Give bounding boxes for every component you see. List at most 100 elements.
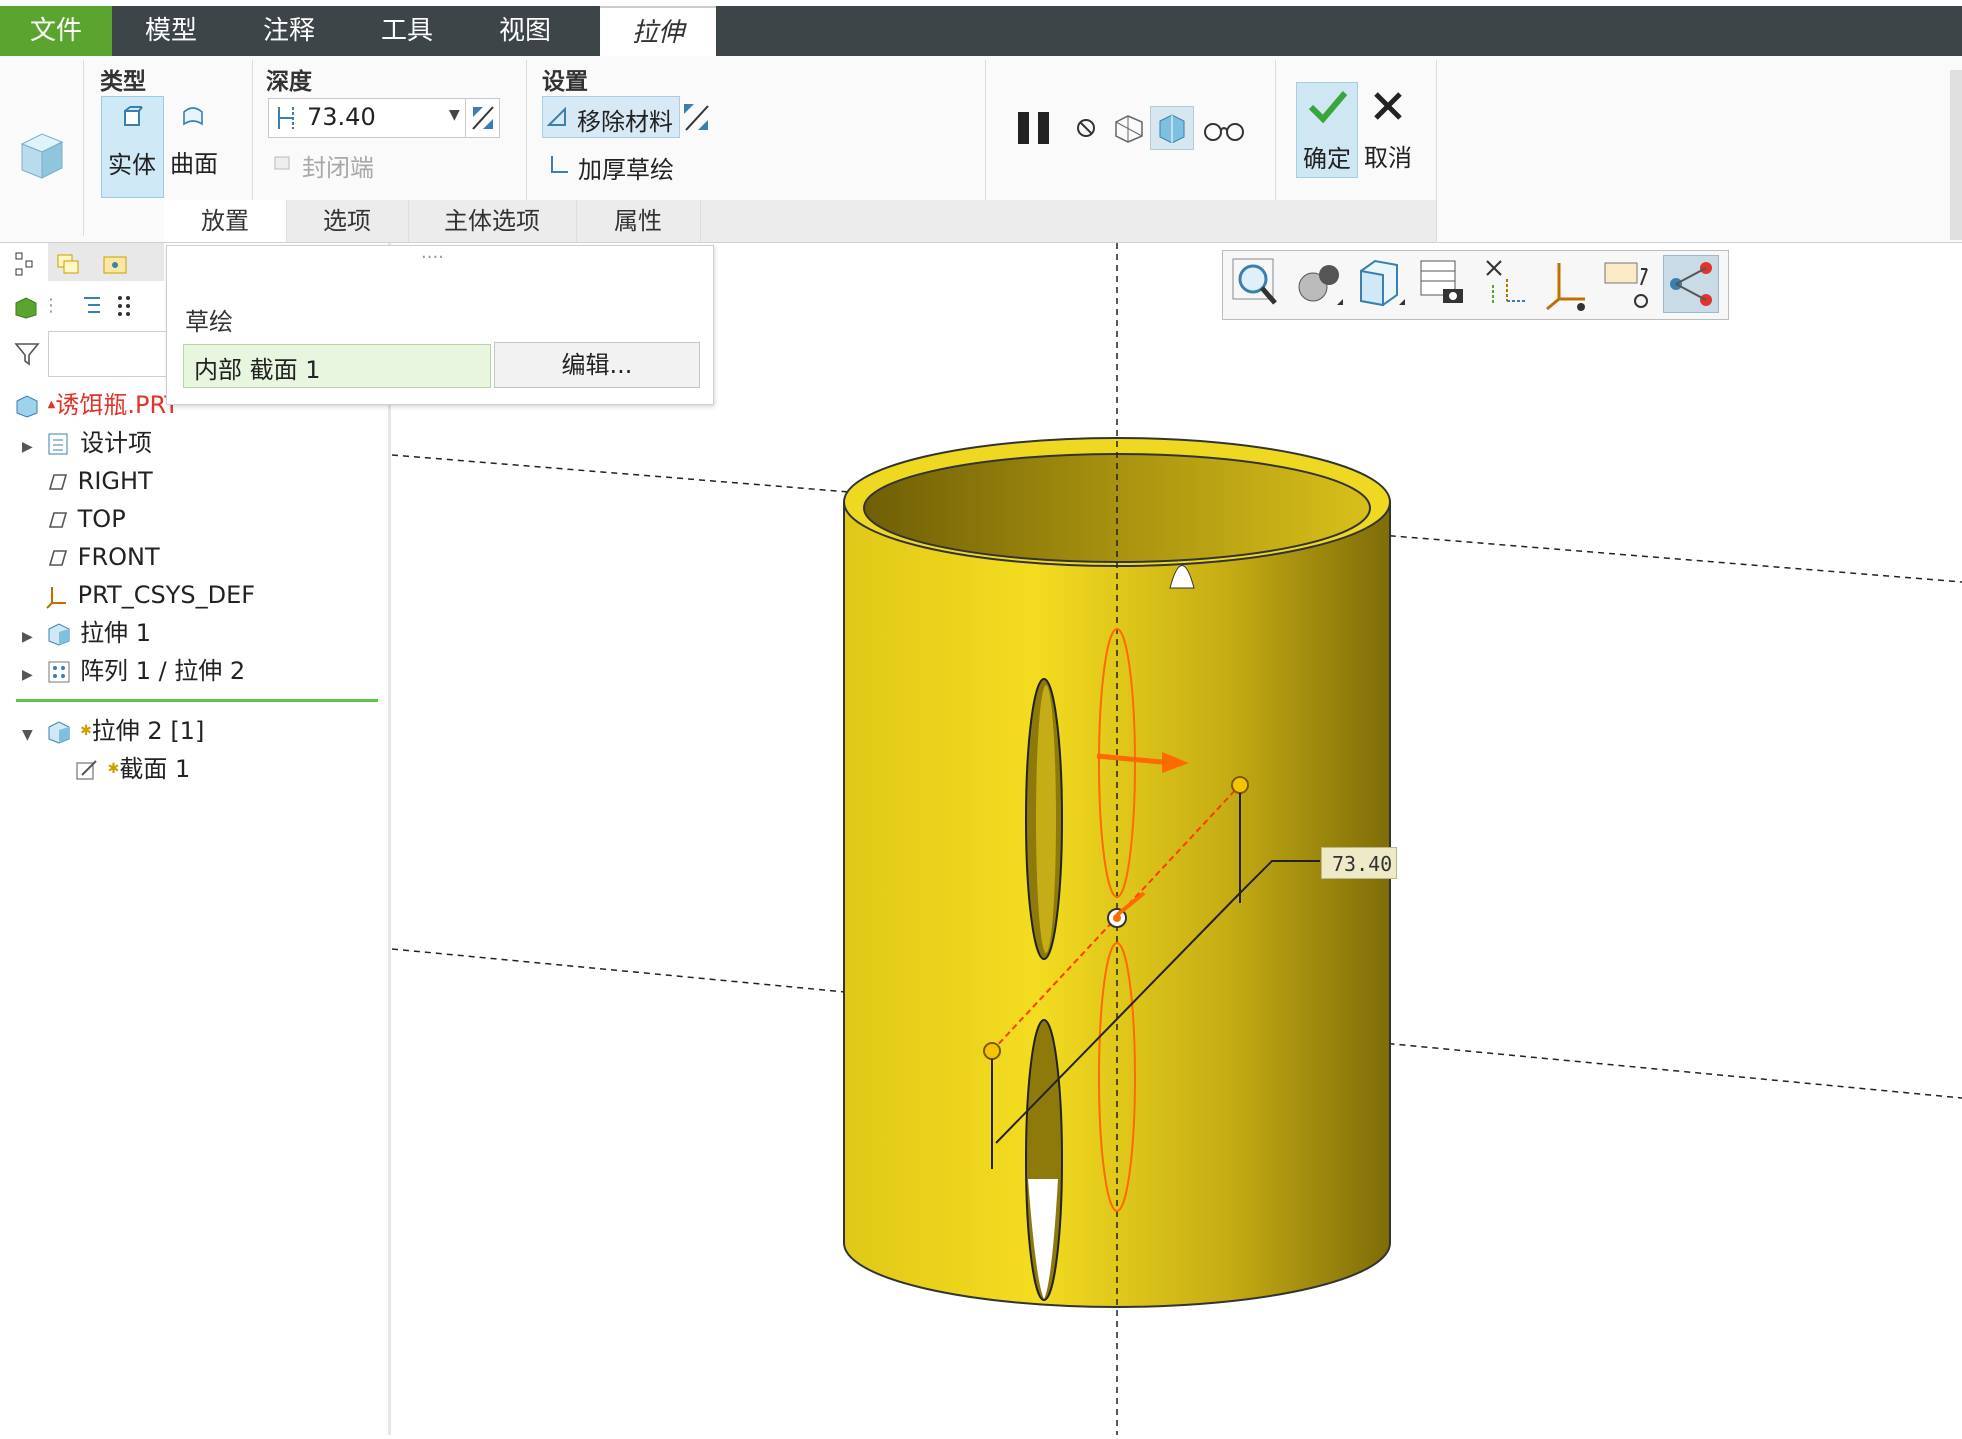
tab-body-options[interactable]: 主体选项 [408, 200, 577, 242]
surface-button[interactable]: 曲面 [162, 96, 222, 196]
thicken-sketch-label: 加厚草绘 [578, 156, 674, 184]
pause-icon[interactable] [1016, 110, 1052, 146]
depth-value: 73.40 [307, 103, 376, 131]
filter-icon[interactable] [14, 341, 40, 367]
tab-properties[interactable]: 属性 [576, 200, 701, 242]
menu-extrude-tab[interactable]: 拉伸 [600, 6, 716, 58]
tree-root[interactable]: ▲诱饵瓶.PRT [14, 387, 179, 423]
tree-item-label: 设计项 [80, 429, 153, 457]
ribbon-scrollbar[interactable] [1950, 70, 1962, 240]
tree-item-csys[interactable]: PRT_CSYS_DEF [44, 577, 255, 613]
depth-dimension-label[interactable]: 73.40 [1321, 847, 1397, 879]
no-preview-icon[interactable] [1074, 116, 1098, 140]
toolbar-divider: ⋮ [42, 295, 60, 316]
menu-tools[interactable]: 工具 [348, 6, 466, 56]
surface-label: 曲面 [170, 150, 218, 178]
tree-item-section-1[interactable]: ✱截面 1 [74, 751, 190, 787]
depth-field[interactable]: 73.40 ▼ [268, 98, 500, 138]
tree-item-right[interactable]: RIGHT [44, 463, 153, 499]
tab-placement[interactable]: 放置 [164, 200, 287, 242]
geometry-preview-button[interactable] [1150, 106, 1194, 150]
solid-label: 实体 [108, 151, 156, 179]
settings-group-title: 设置 [542, 69, 588, 95]
tree-item-design-items[interactable]: ▶ 设计项 [22, 425, 152, 461]
csys-icon [46, 587, 66, 609]
view-manager-icon[interactable] [1415, 255, 1471, 313]
tree-item-label: TOP [77, 505, 126, 533]
folder-icon[interactable] [102, 251, 128, 277]
ribbon: 类型 实体 曲面 深度 73.40 ▼ 封闭端 设置 移除材料 加厚草绘 确定 … [0, 56, 1962, 246]
saved-orientations-icon[interactable] [1353, 255, 1409, 313]
mesh-preview-icon[interactable] [1112, 112, 1146, 144]
tree-item-label: RIGHT [77, 467, 153, 495]
insert-here-line[interactable] [16, 699, 378, 702]
depth-blind-icon [278, 107, 294, 129]
depth-group-title: 深度 [266, 69, 312, 95]
tree-item-label: 拉伸 1 [80, 619, 151, 647]
new-feature-star-icon: ✱ [80, 723, 92, 739]
active-child-label: 截面 1 [119, 755, 191, 783]
tree-search-input[interactable] [48, 331, 170, 377]
list-view-icon[interactable] [78, 293, 104, 319]
zoom-fit-icon[interactable] [1229, 255, 1285, 313]
menu-bar: 文件 模型 注释 工具 视图 拉伸 [0, 6, 1962, 58]
closed-ends-checkbox[interactable] [272, 152, 294, 178]
menu-annotate[interactable]: 注释 [230, 6, 348, 56]
tree-item-label: PRT_CSYS_DEF [77, 581, 256, 609]
tree-item-top[interactable]: TOP [44, 501, 126, 537]
depth-drag-handle-top[interactable] [1231, 776, 1249, 794]
graphics-viewport[interactable]: 73.40 [391, 243, 1962, 1435]
flip-direction-icon[interactable] [469, 103, 497, 133]
glasses-verify-icon[interactable] [1202, 118, 1246, 142]
cancel-button[interactable]: 取消 [1358, 82, 1418, 176]
display-style-icon[interactable] [1291, 255, 1347, 313]
annotation-display-icon[interactable] [1601, 255, 1657, 313]
depth-drag-handle-bottom[interactable] [983, 1042, 1001, 1060]
menu-file[interactable]: 文件 [0, 6, 112, 56]
edit-sketch-button[interactable]: 编辑... [494, 342, 700, 388]
expand-arrow-icon[interactable]: ▶ [22, 629, 33, 645]
geometry-preview-icon [1159, 114, 1185, 143]
remove-material-label: 移除材料 [577, 108, 673, 136]
tab-options[interactable]: 选项 [286, 200, 409, 242]
section-collector-value: 内部 截面 1 [194, 356, 321, 384]
expand-arrow-icon[interactable]: ▶ [22, 667, 33, 683]
solid-icon [124, 106, 143, 126]
tree-item-label: 阵列 1 / 拉伸 2 [80, 657, 246, 685]
tree-item-extrude-2[interactable]: ▼ ✱拉伸 2 [1] [22, 713, 204, 749]
new-feature-star-icon: ✱ [107, 761, 120, 777]
expand-arrow-icon[interactable]: ▶ [22, 439, 33, 455]
remove-material-icon [547, 106, 566, 126]
tree-item-front[interactable]: FRONT [44, 539, 160, 575]
thicken-sketch-checkbox[interactable] [548, 152, 572, 180]
tree-view-icon[interactable] [14, 251, 36, 277]
spin-center-button[interactable] [1663, 255, 1719, 313]
menu-view[interactable]: 视图 [466, 6, 584, 56]
remove-material-button[interactable]: 移除材料 [542, 96, 680, 138]
dashboard-tabs: 放置 选项 主体选项 属性 [164, 200, 1436, 242]
spin-center-icon [1670, 262, 1712, 306]
closed-ends-label: 封闭端 [302, 154, 374, 182]
model-canvas[interactable] [391, 243, 1962, 1435]
tree-root-label: 诱饵瓶.PRT [55, 391, 180, 419]
chevron-down-icon[interactable]: ▼ [449, 107, 460, 123]
type-group-title: 类型 [100, 69, 146, 95]
menu-model[interactable]: 模型 [112, 6, 230, 56]
csys-display-icon[interactable] [1539, 255, 1595, 313]
active-feature-label: 拉伸 2 [1] [91, 717, 205, 745]
close-icon [1374, 92, 1402, 120]
confirm-label: 确定 [1303, 145, 1351, 173]
datum-display-icon[interactable] [1477, 255, 1533, 313]
solid-button[interactable]: 实体 [101, 96, 164, 198]
part-filter-icon[interactable] [14, 295, 38, 319]
tree-item-pattern-1[interactable]: ▶ 阵列 1 / 拉伸 2 [22, 653, 245, 689]
layers-icon[interactable] [56, 251, 82, 277]
collapse-arrow-icon[interactable]: ▼ [22, 727, 33, 743]
tree-item-extrude-1[interactable]: ▶ 拉伸 1 [22, 615, 151, 651]
panel-resize-handle[interactable]: .... [421, 242, 444, 263]
flip-material-side-icon[interactable] [680, 100, 714, 134]
surface-icon [183, 107, 203, 126]
section-collector[interactable]: 内部 截面 1 [183, 344, 491, 388]
confirm-button[interactable]: 确定 [1296, 82, 1358, 178]
settings-tree-icon[interactable] [114, 293, 136, 319]
